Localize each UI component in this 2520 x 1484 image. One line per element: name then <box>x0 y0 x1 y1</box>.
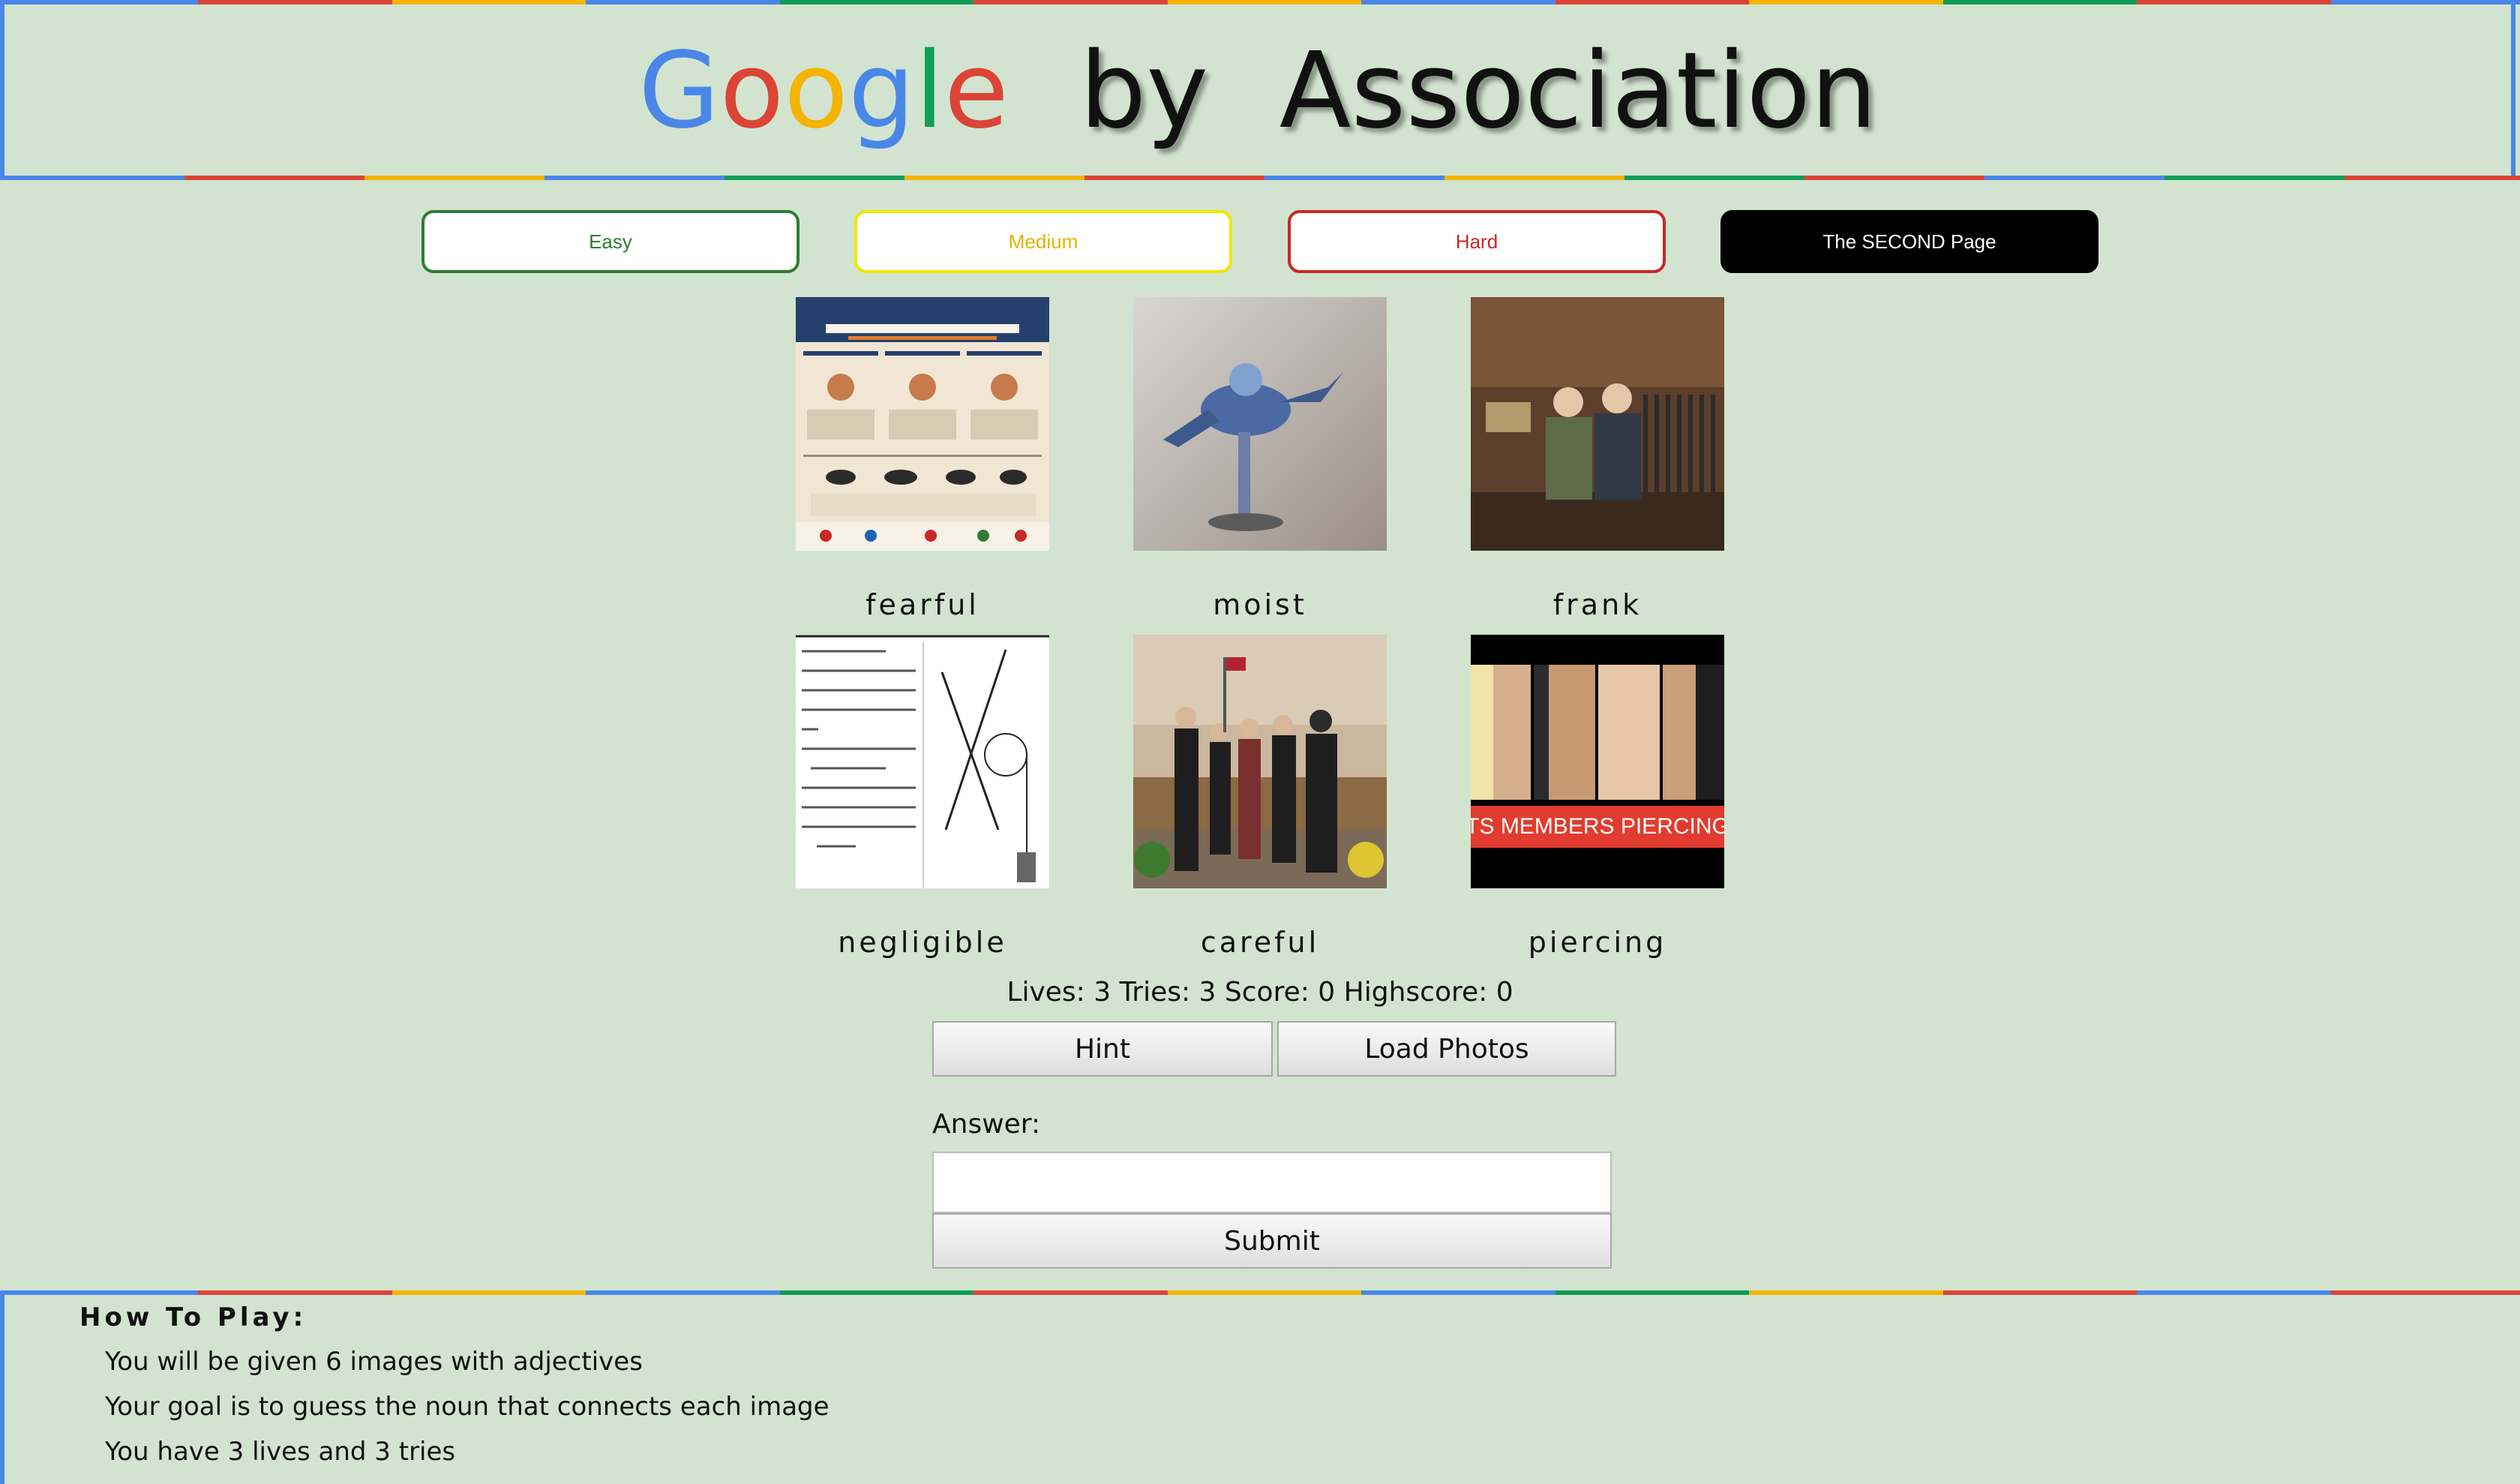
title-letter: l <box>914 30 944 152</box>
how-to-play-line: You have 3 lives and 3 tries <box>105 1437 456 1467</box>
second-page-button[interactable]: The SECOND Page <box>1720 210 2098 273</box>
hint-button[interactable]: Hint <box>932 1021 1273 1077</box>
answer-input[interactable] <box>932 1152 1612 1213</box>
ceremony-image <box>1133 635 1387 888</box>
load-photos-button[interactable]: Load Photos <box>1277 1021 1616 1077</box>
answer-label: Answer: <box>932 1109 1041 1140</box>
piercing-image <box>1471 635 1724 888</box>
title-letter: e <box>944 30 1009 152</box>
tile-caption: careful <box>1200 926 1320 959</box>
medium-button[interactable]: Medium <box>854 210 1232 273</box>
tile-caption: piercing <box>1528 926 1667 959</box>
howto-top-stripe <box>4 1290 2520 1295</box>
title-letter: G <box>638 30 720 152</box>
title-by: by <box>1079 30 1209 152</box>
how-to-play-title: How To Play: <box>80 1302 308 1332</box>
how-to-play-line: Your goal is to guess the noun that conn… <box>105 1392 830 1422</box>
image-tile-fearful[interactable] <box>796 297 1049 551</box>
image-tile-negligible[interactable] <box>796 635 1049 888</box>
title-letter: o <box>719 30 784 152</box>
image-tile-careful[interactable] <box>1133 635 1387 888</box>
game-stats: Lives: 3 Tries: 3 Score: 0 Highscore: 0 <box>1006 977 1514 1008</box>
hard-button[interactable]: Hard <box>1288 210 1666 273</box>
header-bottom-stripe <box>4 176 2520 180</box>
poster-image <box>796 297 1049 551</box>
tile-caption: negligible <box>838 926 1007 959</box>
title-letter: g <box>848 30 915 152</box>
miniature-image <box>1133 297 1387 551</box>
image-tile-piercing[interactable]: BTS MEMBERS PIERCINGS <box>1471 635 1724 888</box>
title-association: Association <box>1279 30 1877 152</box>
image-tile-frank[interactable] <box>1471 297 1724 551</box>
tile-caption: fearful <box>866 588 980 621</box>
how-to-play-line: You will be given 6 images with adjectiv… <box>105 1347 643 1377</box>
how-to-play-panel: How To Play: You will be given 6 images … <box>0 1290 2520 1484</box>
title-letter: o <box>784 30 848 152</box>
statics-problem-image <box>796 635 1049 888</box>
header-top-stripe <box>4 0 2520 5</box>
page-title: Google by Association <box>4 32 2511 152</box>
image-tile-moist[interactable] <box>1133 297 1387 551</box>
easy-button[interactable]: Easy <box>422 210 800 273</box>
tile-caption: moist <box>1213 588 1307 621</box>
tile-caption: frank <box>1552 588 1642 621</box>
submit-button[interactable]: Submit <box>932 1213 1612 1269</box>
piercing-overlay-text: BTS MEMBERS PIERCINGS <box>1471 814 1724 839</box>
header: Google by Association <box>0 0 2520 180</box>
shop-image <box>1471 297 1724 551</box>
